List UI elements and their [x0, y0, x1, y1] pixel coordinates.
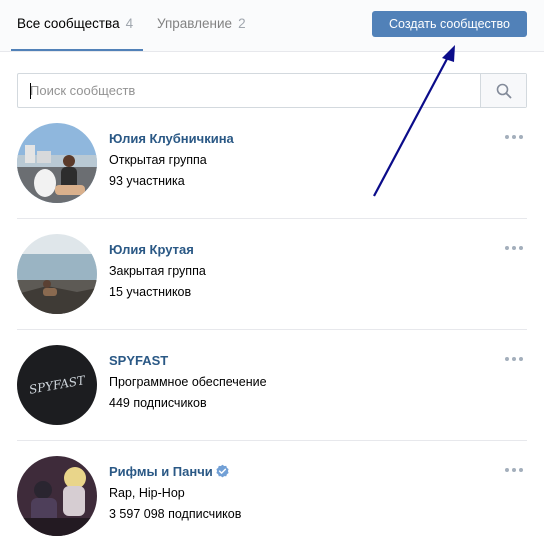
community-members: 3 597 098 подписчиков — [109, 507, 242, 521]
more-icon[interactable] — [505, 465, 527, 475]
community-type: Закрытая группа — [109, 264, 206, 278]
community-type: Открытая группа — [109, 153, 207, 167]
community-avatar[interactable] — [17, 123, 97, 203]
verified-icon — [216, 464, 229, 478]
community-avatar[interactable] — [17, 456, 97, 536]
community-avatar[interactable]: SPYFAST — [17, 345, 97, 425]
more-icon[interactable] — [505, 243, 527, 253]
tab-all-communities-label: Все сообщества — [17, 16, 120, 31]
community-name[interactable]: SPYFAST — [109, 353, 168, 368]
community-item[interactable]: SPYFAST SPYFAST Программное обеспечение … — [0, 330, 544, 441]
community-name[interactable]: Юлия Клубничкина — [109, 131, 234, 146]
tab-all-communities[interactable]: Все сообщества 4 — [17, 16, 133, 31]
community-members: 15 участников — [109, 285, 192, 299]
search-box — [17, 73, 527, 108]
tab-management-label: Управление — [157, 16, 233, 31]
community-item[interactable]: Юлия Клубничкина Открытая группа 93 учас… — [0, 108, 544, 219]
community-name[interactable]: Юлия Крутая — [109, 242, 194, 257]
community-type: Программное обеспечение — [109, 375, 267, 389]
more-icon[interactable] — [505, 354, 527, 364]
text-cursor — [30, 83, 31, 99]
tab-management-count: 2 — [238, 16, 246, 31]
active-tab-indicator — [11, 49, 143, 51]
community-name[interactable]: Рифмы и Панчи — [109, 464, 213, 479]
community-avatar[interactable] — [17, 234, 97, 314]
more-icon[interactable] — [505, 132, 527, 142]
search-input[interactable] — [18, 74, 480, 107]
community-members: 449 подписчиков — [109, 396, 207, 410]
tabs-bar: Все сообщества 4 Управление 2 Создать сооб… — [0, 0, 544, 52]
search-button[interactable] — [480, 74, 526, 107]
tab-all-communities-count: 4 — [125, 16, 134, 31]
tab-management[interactable]: Управление 2 — [157, 16, 246, 31]
community-item[interactable]: Рифмы и Панчи Rap, Hip-Hop 3 597 098 под… — [0, 441, 544, 546]
search-icon — [496, 83, 512, 99]
community-type: Rap, Hip-Hop — [109, 486, 185, 500]
create-community-button[interactable]: Создать сообщество — [372, 11, 527, 37]
community-item[interactable]: Юлия Крутая Закрытая группа 15 участнико… — [0, 219, 544, 330]
community-members: 93 участника — [109, 174, 185, 188]
